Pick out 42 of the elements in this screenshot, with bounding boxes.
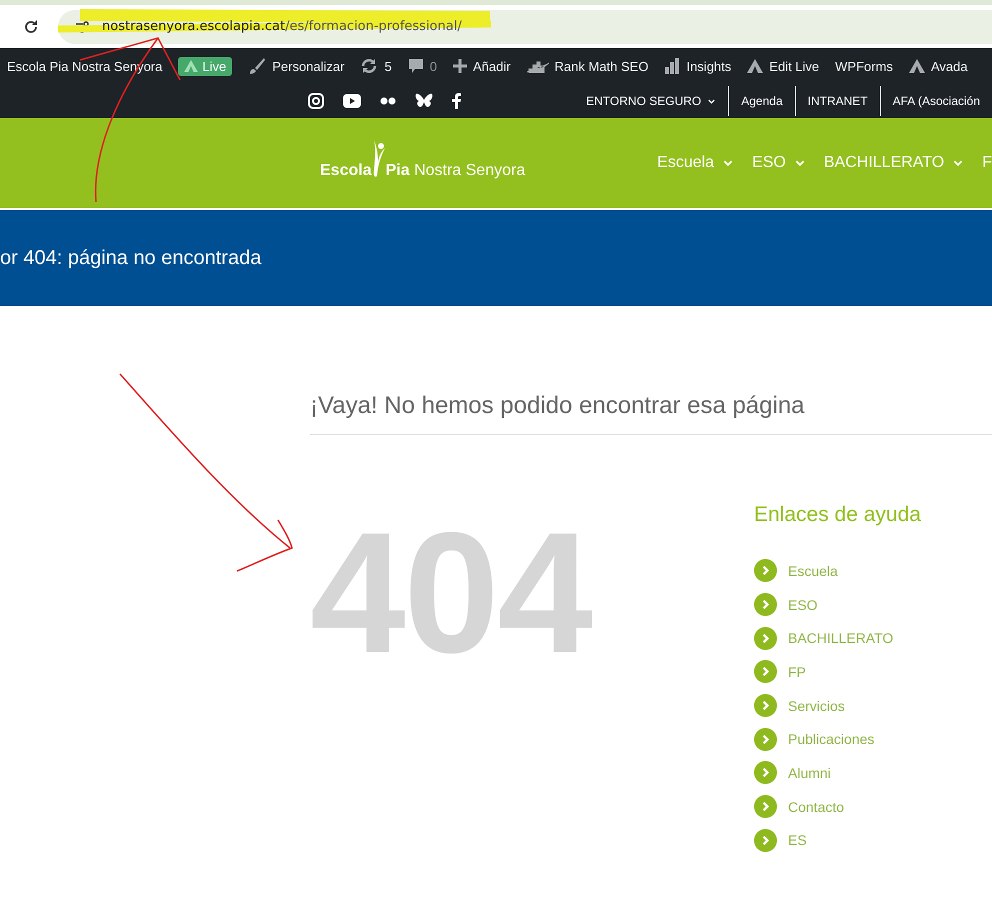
comment-icon xyxy=(408,58,424,74)
help-links-title: Enlaces de ayuda xyxy=(754,503,921,527)
youtube-icon[interactable] xyxy=(343,94,361,108)
chevron-circle-icon xyxy=(754,795,777,818)
bar-chart-icon xyxy=(526,59,549,73)
chevron-circle-icon xyxy=(754,761,777,784)
admin-bar-item[interactable]: Añadir xyxy=(452,58,511,74)
admin-bar-item[interactable]: Personalizar xyxy=(248,57,344,75)
chevron-circle-icon xyxy=(754,828,777,852)
chevron-circle-icon xyxy=(754,559,777,582)
triangle-logo-icon xyxy=(747,59,764,73)
butterfly-icon[interactable] xyxy=(415,93,433,109)
chevron-circle-icon xyxy=(754,694,777,718)
top-menu-link[interactable]: AFA (Asociación xyxy=(880,86,992,116)
admin-bar-item[interactable]: 0 xyxy=(408,58,437,74)
chevron-circle-icon xyxy=(754,660,777,684)
top-menu-link[interactable]: INTRANET xyxy=(794,86,880,116)
admin-bar-item[interactable]: Insights xyxy=(664,58,732,74)
bar-chart-icon xyxy=(664,58,680,74)
reload-icon[interactable] xyxy=(24,20,38,34)
error-heading: ¡Vaya! No hemos podido encontrar esa página xyxy=(310,392,992,435)
plus-icon xyxy=(452,59,467,73)
chevron-circle-icon xyxy=(754,626,777,650)
admin-bar-item[interactable]: 5 xyxy=(360,57,392,75)
top-menu-link[interactable]: ENTORNO SEGURO xyxy=(574,86,728,116)
admin-bar-item[interactable]: Avada xyxy=(908,58,968,74)
admin-bar-item[interactable]: Edit Live xyxy=(747,58,820,74)
chevron-circle-icon xyxy=(754,593,777,616)
live-badge[interactable]: Live xyxy=(178,56,232,76)
chevron-circle-icon xyxy=(754,728,777,751)
instagram-icon[interactable] xyxy=(308,93,324,109)
admin-bar-item[interactable]: WPForms xyxy=(835,58,893,74)
flickr-icon[interactable] xyxy=(380,97,396,105)
brush-icon xyxy=(248,57,266,75)
admin-bar-item[interactable]: Rank Math SEO xyxy=(526,58,648,74)
top-menu-link[interactable]: Agenda xyxy=(728,86,795,116)
facebook-icon[interactable] xyxy=(452,93,461,109)
site-settings-icon[interactable] xyxy=(76,20,90,32)
triangle-logo-icon xyxy=(184,60,198,72)
triangle-logo-icon xyxy=(908,59,925,73)
refresh-icon xyxy=(360,57,378,75)
page-title: or 404: página no encontrada xyxy=(0,246,262,270)
